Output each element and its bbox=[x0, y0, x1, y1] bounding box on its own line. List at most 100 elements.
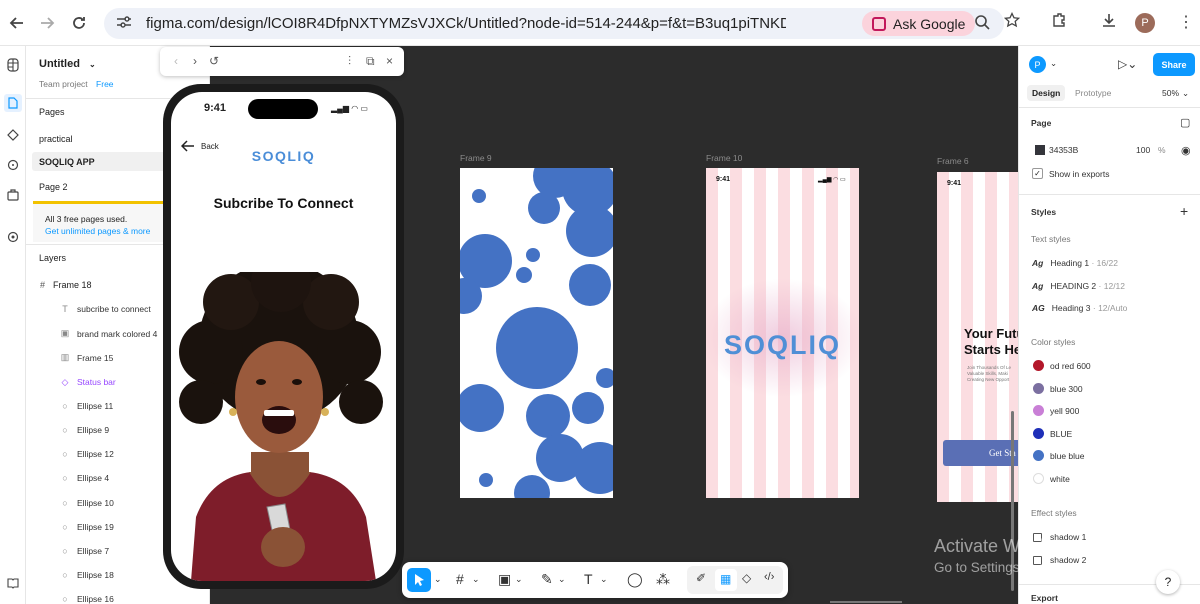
layer-item[interactable]: ○ Ellipse 12 bbox=[60, 449, 114, 459]
text-style-item[interactable]: Ag HEADING 2 · 12/12 bbox=[1032, 281, 1125, 291]
ask-google-button[interactable]: Ask Google bbox=[862, 11, 976, 36]
menu-icon[interactable]: ⋮ bbox=[1178, 12, 1194, 32]
layer-item[interactable]: ○ Ellipse 10 bbox=[60, 498, 114, 508]
frame-tool-icon[interactable]: # bbox=[456, 571, 464, 587]
plan-badge[interactable]: Free bbox=[96, 79, 113, 89]
image-tool-icon[interactable]: ▣ bbox=[498, 571, 511, 588]
layer-item[interactable]: ○ Ellipse 11 bbox=[60, 401, 113, 411]
code-icon[interactable]: ‹/› bbox=[764, 571, 774, 583]
color-swatch[interactable] bbox=[1033, 382, 1044, 394]
frame-9-label[interactable]: Frame 9 bbox=[460, 153, 492, 163]
draw-mode-icon[interactable]: ✐ bbox=[696, 571, 706, 585]
share-button[interactable]: Share bbox=[1153, 53, 1195, 76]
chevron-down-icon[interactable]: ⌄ bbox=[1182, 88, 1189, 99]
user-avatar[interactable]: P bbox=[1029, 56, 1046, 73]
file-name[interactable]: Untitled ⌄ bbox=[39, 58, 96, 70]
url-text[interactable]: figma.com/design/lCOI8R4DfpNXTYMZsVJXCk/… bbox=[146, 15, 786, 32]
profile-avatar[interactable]: P bbox=[1135, 13, 1155, 33]
history-icon[interactable] bbox=[4, 156, 22, 174]
forward-icon[interactable] bbox=[30, 6, 64, 40]
color-style-name[interactable]: blue 300 bbox=[1050, 384, 1083, 394]
layer-item[interactable]: ▣ brand mark colored 4 bbox=[60, 328, 158, 339]
add-style-icon[interactable]: + bbox=[1180, 203, 1188, 219]
open-external-icon[interactable]: ⧉ bbox=[366, 54, 375, 69]
download-icon[interactable] bbox=[1101, 12, 1117, 33]
color-style-name[interactable]: white bbox=[1050, 474, 1070, 484]
tab-prototype[interactable]: Prototype bbox=[1075, 88, 1111, 98]
chevron-down-icon[interactable]: ⌄ bbox=[472, 574, 480, 585]
book-icon[interactable] bbox=[4, 574, 22, 592]
file-icon[interactable] bbox=[4, 94, 22, 112]
pen-tool-icon[interactable]: ✎ bbox=[541, 571, 553, 588]
frame-10-label[interactable]: Frame 10 bbox=[706, 153, 742, 163]
bookmark-star-icon[interactable] bbox=[1003, 11, 1021, 33]
layer-item[interactable]: ○ Ellipse 9 bbox=[60, 425, 109, 435]
color-style-name[interactable]: BLUE bbox=[1050, 429, 1072, 439]
close-icon[interactable]: × bbox=[386, 54, 393, 68]
layer-item[interactable]: ▥ Frame 15 bbox=[60, 352, 114, 363]
assets-icon[interactable] bbox=[4, 126, 22, 144]
color-swatch[interactable] bbox=[1033, 450, 1044, 461]
settings-sliders-icon[interactable]: ⫶ bbox=[348, 54, 351, 69]
page-opacity[interactable]: 100 bbox=[1136, 145, 1150, 155]
library-icon[interactable]: ▢ bbox=[1180, 116, 1190, 129]
color-swatch[interactable] bbox=[1033, 405, 1044, 416]
help-icon[interactable]: ? bbox=[1156, 570, 1180, 594]
frame-10[interactable]: 9:41 ▂▄▆ ◠ ▭ SOQLIQ bbox=[706, 168, 859, 498]
show-in-exports-checkbox[interactable]: ✓ bbox=[1032, 168, 1043, 179]
page-item-page-2[interactable]: Page 2 bbox=[39, 182, 68, 192]
layer-item[interactable]: Tsubcribe to connect bbox=[60, 304, 150, 314]
layer-item[interactable]: ○ Ellipse 16 bbox=[60, 594, 114, 604]
layer-item[interactable]: ○ Ellipse 18 bbox=[60, 570, 114, 580]
resources-icon[interactable] bbox=[4, 228, 22, 246]
layer-root[interactable]: # Frame 18 bbox=[40, 280, 92, 290]
phone-preview[interactable]: 9:41 ▂▄▆ ◠ ▭ Back SOQLIQ Subcribe To Con… bbox=[163, 84, 404, 589]
figma-logo-icon[interactable] bbox=[4, 56, 22, 74]
color-swatch[interactable] bbox=[1033, 427, 1044, 439]
text-style-item[interactable]: AG Heading 3 · 12/Auto bbox=[1032, 303, 1127, 313]
page-color-field[interactable]: 34353B 100 % bbox=[1031, 143, 1166, 157]
actions-icon[interactable]: ⁂ bbox=[656, 571, 670, 588]
address-bar[interactable]: figma.com/design/lCOI8R4DfpNXTYMZsVJXCk/… bbox=[104, 8, 1004, 39]
color-swatch[interactable] bbox=[1033, 472, 1044, 484]
chevron-down-icon[interactable]: ⌄ bbox=[600, 574, 608, 585]
chevron-left-icon[interactable]: ‹ bbox=[174, 54, 178, 68]
page-item-soqliq-app[interactable]: SOQLIQ APP bbox=[39, 157, 95, 167]
comment-tool-icon[interactable]: ◯ bbox=[627, 571, 643, 588]
eye-icon[interactable]: ◉ bbox=[1181, 144, 1191, 157]
back-icon[interactable] bbox=[0, 6, 34, 40]
chevron-down-icon[interactable]: ⌄ bbox=[89, 60, 96, 69]
color-swatch[interactable] bbox=[1033, 360, 1044, 371]
site-settings-icon[interactable] bbox=[116, 15, 132, 32]
color-style-name[interactable]: blue blue bbox=[1050, 451, 1085, 461]
page-item-practical[interactable]: practical bbox=[39, 134, 73, 144]
design-mode-button[interactable]: ▦ bbox=[715, 569, 737, 591]
canvas-h-scrollbar[interactable] bbox=[830, 601, 902, 603]
present-icon[interactable]: ▷⌄ bbox=[1118, 57, 1137, 71]
color-style-name[interactable]: yell 900 bbox=[1050, 406, 1079, 416]
chevron-down-icon[interactable]: ⌄ bbox=[1050, 58, 1057, 69]
upgrade-link[interactable]: Get unlimited pages & more bbox=[45, 226, 150, 236]
layer-item[interactable]: ○ Ellipse 7 bbox=[60, 546, 109, 556]
zoom-level[interactable]: 50% bbox=[1162, 88, 1179, 98]
layer-item[interactable]: ○ Ellipse 19 bbox=[60, 522, 114, 532]
tab-design[interactable]: Design bbox=[1027, 85, 1066, 101]
plugins-icon[interactable] bbox=[4, 186, 22, 204]
dev-mode-icon[interactable]: ◇ bbox=[742, 571, 751, 585]
zoom-icon[interactable] bbox=[974, 14, 990, 35]
page-color-hex[interactable]: 34353B bbox=[1049, 145, 1078, 155]
reload-icon[interactable] bbox=[62, 6, 96, 40]
frame-6[interactable]: 9:41 Your Futu Starts He Join Thousands … bbox=[937, 172, 1018, 502]
move-tool-button[interactable] bbox=[407, 568, 431, 592]
layer-item[interactable]: ○ Ellipse 4 bbox=[60, 473, 109, 483]
page-color-swatch[interactable] bbox=[1035, 145, 1045, 155]
chevron-down-icon[interactable]: ⌄ bbox=[434, 574, 442, 585]
chevron-down-icon[interactable]: ⌄ bbox=[558, 574, 566, 585]
chevron-down-icon[interactable]: ⌄ bbox=[515, 574, 523, 585]
text-style-item[interactable]: Ag Heading 1 · 16/22 bbox=[1032, 258, 1118, 268]
text-tool-icon[interactable]: T bbox=[584, 571, 593, 587]
chevron-right-icon[interactable]: › bbox=[193, 54, 197, 68]
color-style-name[interactable]: od red 600 bbox=[1050, 361, 1091, 371]
frame-9[interactable] bbox=[460, 168, 613, 498]
restart-icon[interactable]: ↺ bbox=[209, 54, 219, 68]
